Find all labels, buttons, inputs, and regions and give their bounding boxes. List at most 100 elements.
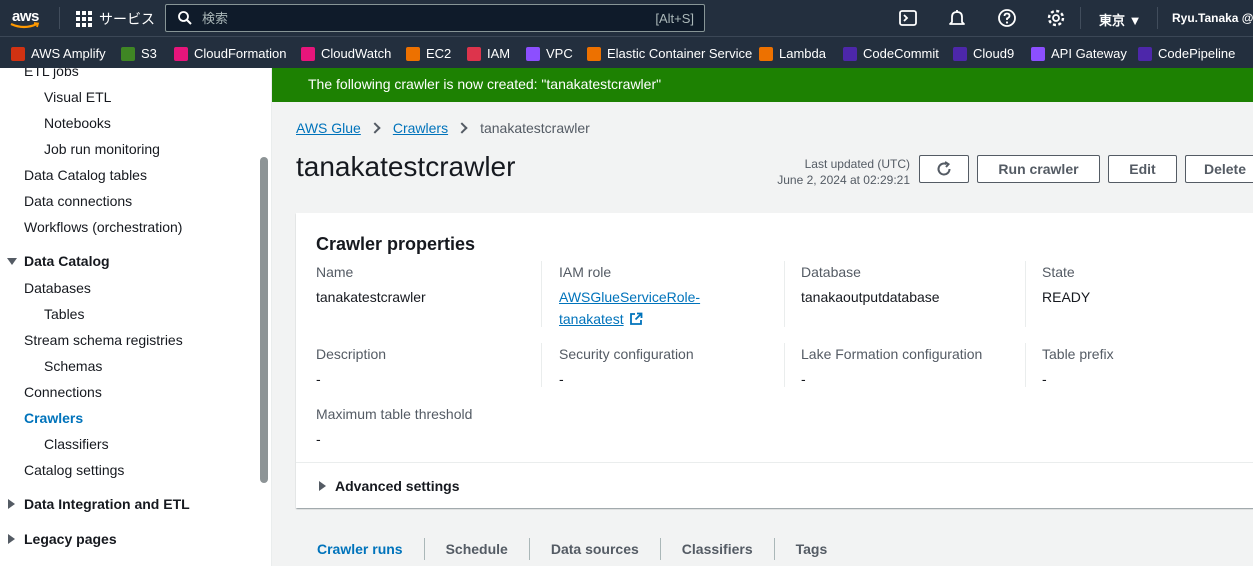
sidebar-item-data-connections[interactable]: Data connections: [24, 193, 132, 209]
breadcrumb-aws-glue[interactable]: AWS Glue: [296, 120, 361, 136]
sidebar-item-notebooks[interactable]: Notebooks: [44, 115, 111, 131]
tab-data-sources[interactable]: Data sources: [530, 541, 660, 557]
edit-button[interactable]: Edit: [1108, 155, 1177, 183]
fav-aws-amplify[interactable]: AWS Amplify: [11, 46, 106, 61]
sidebar-item-crawlers[interactable]: Crawlers: [24, 410, 83, 426]
fav-codecommit[interactable]: CodeCommit: [843, 46, 939, 61]
sidebar-item-stream-schema-registries[interactable]: Stream schema registries: [24, 332, 183, 348]
services-menu-button[interactable]: サービス: [76, 9, 155, 29]
search-icon: [178, 11, 192, 25]
sidebar-item-tables[interactable]: Tables: [44, 306, 84, 322]
sidebar-scrollbar[interactable]: [260, 157, 268, 483]
fav-cloud9[interactable]: Cloud9: [953, 46, 1014, 61]
prop-name: Name tanakatestcrawler: [316, 264, 426, 308]
sidebar-item-databases[interactable]: Databases: [24, 280, 91, 296]
sidebar-item-catalog-settings[interactable]: Catalog settings: [24, 462, 124, 478]
section-label: Legacy pages: [24, 531, 117, 547]
sidebar-section-legacy-pages[interactable]: Legacy pages: [7, 531, 117, 547]
prop-value: tanakatestcrawler: [316, 289, 426, 305]
cloudformation-icon: [174, 46, 188, 61]
last-updated-value: June 2, 2024 at 02:29:21: [777, 173, 910, 187]
fav-ecs[interactable]: Elastic Container Service: [587, 46, 752, 61]
sidebar-section-data-integration[interactable]: Data Integration and ETL: [7, 496, 190, 512]
fav-s3[interactable]: S3: [121, 46, 157, 61]
help-icon[interactable]: [997, 8, 1017, 28]
fav-label: CodePipeline: [1158, 46, 1236, 61]
sidebar-item-schemas[interactable]: Schemas: [44, 358, 102, 374]
fav-label: Lambda: [779, 46, 826, 61]
prop-label: Name: [316, 264, 354, 280]
external-link-icon: [629, 312, 643, 325]
sidebar-item-job-run-monitoring[interactable]: Job run monitoring: [44, 141, 160, 157]
sidebar-item-etl-jobs[interactable]: ETL jobs: [24, 68, 79, 79]
bell-icon[interactable]: [947, 8, 967, 28]
prop-description: Description -: [316, 346, 386, 390]
prop-label: Table prefix: [1042, 346, 1114, 362]
top-navigation: aws サービス [Alt+S] 東京 ▼ Ryu: [0, 0, 1253, 36]
column-divider: [541, 343, 542, 387]
breadcrumb: AWS Glue Crawlers tanakatestcrawler: [296, 120, 590, 136]
tab-crawler-runs[interactable]: Crawler runs: [296, 541, 424, 557]
tab-tags[interactable]: Tags: [775, 541, 849, 557]
banner-message: The following crawler is now created: "t…: [308, 76, 662, 92]
fav-cloudwatch[interactable]: CloudWatch: [301, 46, 391, 61]
sidebar-item-data-catalog-tables[interactable]: Data Catalog tables: [24, 167, 147, 183]
aws-smile-icon: [10, 22, 40, 29]
prop-value: -: [1042, 371, 1047, 387]
fav-cloudformation[interactable]: CloudFormation: [174, 46, 287, 61]
aws-logo[interactable]: aws: [10, 6, 44, 30]
iam-icon: [467, 46, 481, 61]
fav-label: CloudFormation: [194, 46, 287, 61]
prop-iam-role: IAM role AWSGlueServiceRole- tanakatest: [559, 264, 700, 330]
search-shortcut-hint: [Alt+S]: [655, 11, 694, 26]
codepipeline-icon: [1138, 46, 1152, 61]
column-divider: [784, 261, 785, 327]
sidebar-item-visual-etl[interactable]: Visual ETL: [44, 89, 111, 105]
lambda-icon: [759, 46, 773, 61]
prop-max-table-threshold: Maximum table threshold -: [316, 406, 472, 450]
advanced-settings-toggle[interactable]: Advanced settings: [318, 478, 459, 494]
run-crawler-button[interactable]: Run crawler: [977, 155, 1100, 183]
sidebar-item-workflows[interactable]: Workflows (orchestration): [24, 219, 182, 235]
fav-codepipeline[interactable]: CodePipeline: [1138, 46, 1235, 61]
services-label: サービス: [99, 11, 155, 27]
search-box[interactable]: [Alt+S]: [165, 4, 705, 32]
caret-right-icon: [319, 481, 326, 491]
iam-role-link[interactable]: AWSGlueServiceRole- tanakatest: [559, 286, 700, 330]
search-input[interactable]: [202, 10, 622, 26]
page-title: tanakatestcrawler: [296, 151, 516, 182]
user-account-menu[interactable]: Ryu.Tanaka @: [1172, 11, 1253, 25]
crawler-properties-card: Crawler properties Name tanakatestcrawle…: [296, 213, 1253, 508]
card-title: Crawler properties: [316, 234, 476, 254]
prop-value: -: [801, 371, 806, 387]
sidebar-item-connections[interactable]: Connections: [24, 384, 102, 400]
tab-schedule[interactable]: Schedule: [425, 541, 529, 557]
vpc-icon: [526, 46, 540, 61]
caret-right-icon: [8, 499, 15, 509]
prop-label: IAM role: [559, 264, 612, 280]
prop-value: READY: [1042, 289, 1091, 305]
sidebar-item-classifiers[interactable]: Classifiers: [44, 436, 109, 452]
breadcrumb-crawlers[interactable]: Crawlers: [393, 120, 448, 136]
fav-label: CloudWatch: [321, 46, 392, 61]
refresh-icon: [937, 161, 951, 176]
fav-vpc[interactable]: VPC: [526, 46, 573, 61]
fav-api-gateway[interactable]: API Gateway: [1031, 46, 1127, 61]
delete-button[interactable]: Delete: [1185, 155, 1253, 183]
prop-label: Security configuration: [559, 346, 694, 362]
ecs-icon: [587, 46, 601, 61]
gear-icon[interactable]: [1046, 8, 1066, 28]
tab-classifiers[interactable]: Classifiers: [661, 541, 774, 557]
region-selector[interactable]: 東京 ▼: [1099, 10, 1141, 29]
iam-role-link-line2: tanakatest: [559, 311, 624, 327]
cloudshell-icon[interactable]: [898, 8, 918, 28]
fav-ec2[interactable]: EC2: [406, 46, 451, 61]
prop-label: Database: [801, 264, 861, 280]
prop-security-configuration: Security configuration -: [559, 346, 694, 390]
fav-iam[interactable]: IAM: [467, 46, 510, 61]
sidebar-section-data-catalog[interactable]: Data Catalog: [7, 253, 110, 269]
fav-lambda[interactable]: Lambda: [759, 46, 826, 61]
caret-down-icon: [7, 257, 17, 265]
advanced-settings-label: Advanced settings: [335, 478, 460, 494]
refresh-button[interactable]: [919, 155, 969, 183]
